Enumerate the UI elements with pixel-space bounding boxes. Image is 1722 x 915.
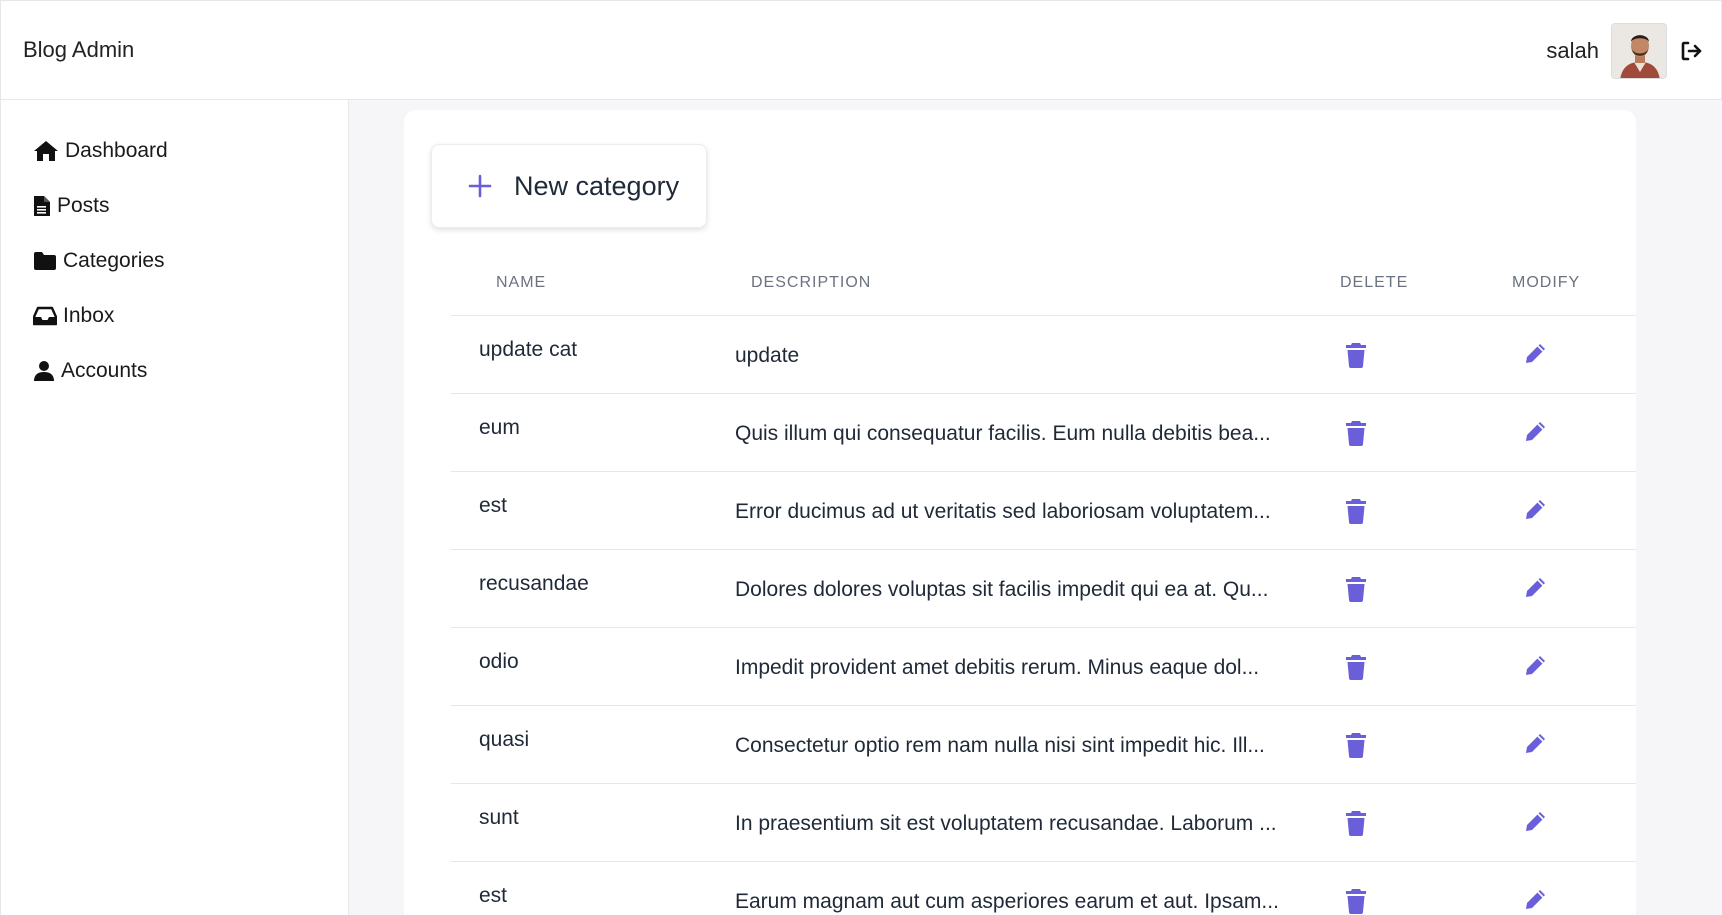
main-content: New category NAME DESCRIPTION DELETE MOD… xyxy=(349,100,1722,915)
app: Blog Admin salah Dashboard Posts Categor… xyxy=(0,0,1722,915)
home-icon xyxy=(34,141,58,161)
category-name: update cat xyxy=(479,338,578,361)
category-description: Impedit provident amet debitis rerum. Mi… xyxy=(735,656,1260,679)
sidebar-item-label: Accounts xyxy=(61,359,148,382)
table-row: est Earum magnam aut cum asperiores earu… xyxy=(451,862,1636,915)
categories-table: NAME DESCRIPTION DELETE MODIFY update ca… xyxy=(451,240,1636,915)
trash-icon[interactable] xyxy=(1345,888,1369,914)
new-category-button[interactable]: New category xyxy=(431,144,707,228)
folder-icon xyxy=(34,252,56,270)
trash-icon[interactable] xyxy=(1345,498,1369,524)
sidebar-item-label: Inbox xyxy=(63,304,115,327)
trash-icon[interactable] xyxy=(1345,732,1369,758)
sidebar-item-categories[interactable]: Categories xyxy=(33,244,165,278)
table-row: sunt In praesentium sit est voluptatem r… xyxy=(451,784,1636,862)
trash-icon[interactable] xyxy=(1345,576,1369,602)
category-description: Earum magnam aut cum asperiores earum et… xyxy=(735,890,1279,913)
pencil-icon[interactable] xyxy=(1523,576,1549,602)
trash-icon[interactable] xyxy=(1345,420,1369,446)
column-header-name: NAME xyxy=(496,274,547,291)
category-name: eum xyxy=(479,416,520,439)
plus-icon xyxy=(468,174,492,198)
category-name: quasi xyxy=(479,728,530,751)
table-row: odio Impedit provident amet debitis reru… xyxy=(451,628,1636,706)
category-name: est xyxy=(479,884,508,907)
sidebar: Dashboard Posts Categories Inbox Account… xyxy=(0,100,349,915)
user-area: salah xyxy=(1546,23,1705,79)
table-header: NAME DESCRIPTION DELETE MODIFY xyxy=(451,240,1636,316)
pencil-icon[interactable] xyxy=(1523,810,1549,836)
category-description: Quis illum qui consequatur facilis. Eum … xyxy=(735,422,1271,445)
category-description: Consectetur optio rem nam nulla nisi sin… xyxy=(735,734,1265,757)
file-icon xyxy=(34,196,50,216)
sidebar-item-label: Dashboard xyxy=(65,139,168,162)
pencil-icon[interactable] xyxy=(1523,732,1549,758)
sidebar-item-label: Posts xyxy=(57,194,110,217)
table-row: recusandae Dolores dolores voluptas sit … xyxy=(451,550,1636,628)
sidebar-item-label: Categories xyxy=(63,249,165,272)
pencil-icon[interactable] xyxy=(1523,888,1549,914)
username: salah xyxy=(1546,38,1599,63)
column-header-modify: MODIFY xyxy=(1512,274,1581,291)
pencil-icon[interactable] xyxy=(1523,420,1549,446)
sidebar-item-posts[interactable]: Posts xyxy=(33,189,110,223)
top-header: Blog Admin salah xyxy=(0,0,1722,100)
category-name: odio xyxy=(479,650,519,673)
category-name: est xyxy=(479,494,508,517)
table-row: est Error ducimus ad ut veritatis sed la… xyxy=(451,472,1636,550)
sign-out-icon[interactable] xyxy=(1677,37,1705,65)
sidebar-item-inbox[interactable]: Inbox xyxy=(33,299,114,333)
pencil-icon[interactable] xyxy=(1523,498,1549,524)
new-category-label: New category xyxy=(514,170,680,201)
pencil-icon[interactable] xyxy=(1523,342,1549,368)
category-description: Error ducimus ad ut veritatis sed labori… xyxy=(735,500,1271,523)
category-name: recusandae xyxy=(479,572,589,595)
table-row: update cat update xyxy=(451,316,1636,394)
column-header-description: DESCRIPTION xyxy=(751,274,872,291)
trash-icon[interactable] xyxy=(1345,810,1369,836)
sidebar-item-accounts[interactable]: Accounts xyxy=(33,354,147,388)
category-description: In praesentium sit est voluptatem recusa… xyxy=(735,812,1277,835)
avatar[interactable] xyxy=(1611,23,1667,79)
table-row: eum Quis illum qui consequatur facilis. … xyxy=(451,394,1636,472)
column-header-delete: DELETE xyxy=(1340,274,1409,291)
user-icon xyxy=(34,361,54,381)
trash-icon[interactable] xyxy=(1345,342,1369,368)
category-description: Dolores dolores voluptas sit facilis imp… xyxy=(735,578,1269,601)
categories-card: New category NAME DESCRIPTION DELETE MOD… xyxy=(404,110,1636,915)
brand-title: Blog Admin xyxy=(23,37,135,62)
table-row: quasi Consectetur optio rem nam nulla ni… xyxy=(451,706,1636,784)
category-name: sunt xyxy=(479,806,519,829)
inbox-icon xyxy=(33,306,57,326)
sidebar-item-dashboard[interactable]: Dashboard xyxy=(33,134,168,168)
trash-icon[interactable] xyxy=(1345,654,1369,680)
category-description: update xyxy=(735,344,800,367)
pencil-icon[interactable] xyxy=(1523,654,1549,680)
